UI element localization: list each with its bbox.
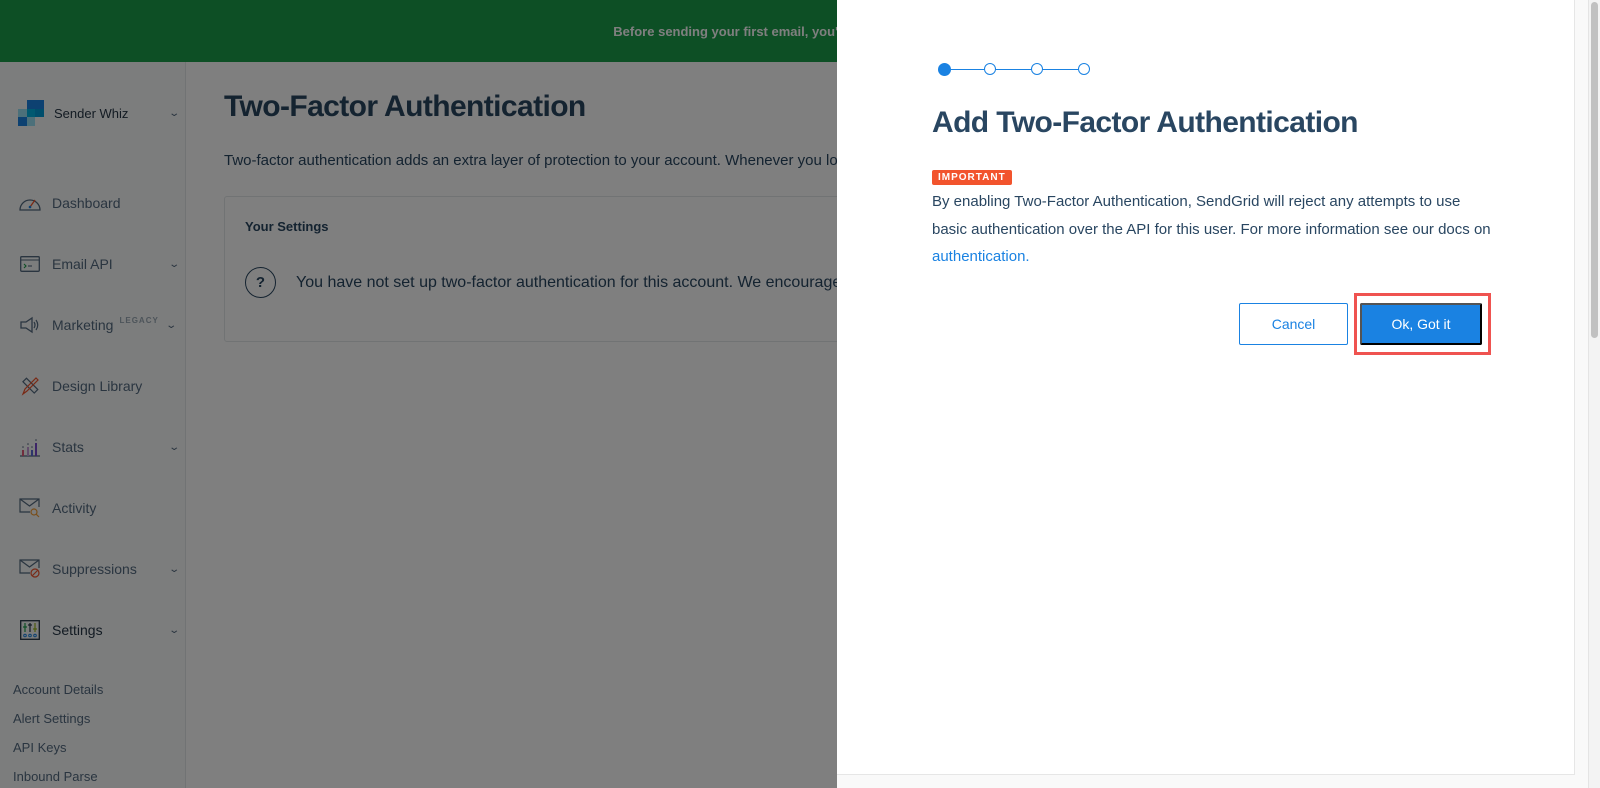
side-panel-content: Add Two-Factor Authentication IMPORTANT … [837, 0, 1575, 775]
scrollbar-thumb[interactable] [1591, 2, 1598, 338]
modal-title: Add Two-Factor Authentication [932, 106, 1359, 139]
ok-got-it-button[interactable]: Ok, Got it [1360, 303, 1482, 345]
authentication-docs-link[interactable]: authentication. [932, 248, 1030, 265]
step-dot-4 [1078, 63, 1090, 75]
step-dot-3 [1031, 63, 1043, 75]
scrollbar[interactable] [1588, 0, 1600, 788]
cancel-button[interactable]: Cancel [1239, 303, 1348, 345]
step-dot-1 [938, 62, 951, 76]
step-indicator [937, 62, 1090, 76]
modal-body-text: By enabling Two-Factor Authentication, S… [932, 188, 1492, 271]
important-badge: IMPORTANT [932, 170, 1012, 185]
side-panel: Add Two-Factor Authentication IMPORTANT … [837, 0, 1600, 788]
step-dot-2 [984, 63, 996, 75]
modal-body-main: By enabling Two-Factor Authentication, S… [932, 193, 1491, 238]
stepper-line [945, 68, 1079, 70]
